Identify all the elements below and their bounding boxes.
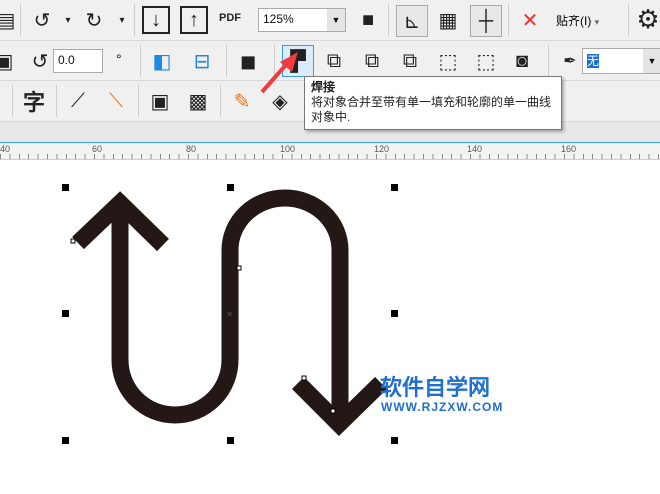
tooltip-body: 将对象合并至带有单一填充和轮廓的单一曲线对象中. — [311, 95, 552, 124]
watermark-title: 软件自学网 — [380, 375, 491, 400]
tooltip-title: 焊接 — [311, 80, 336, 94]
selection-handle[interactable] — [227, 184, 234, 191]
selection-handle[interactable] — [391, 437, 398, 444]
selection-handle[interactable] — [62, 184, 69, 191]
center-marker: × — [227, 309, 232, 319]
weld-tooltip: 焊接 将对象合并至带有单一填充和轮廓的单一曲线对象中. — [304, 76, 562, 130]
selection-handle[interactable] — [62, 310, 69, 317]
selection-handle[interactable] — [227, 437, 234, 444]
selection-handle[interactable] — [391, 184, 398, 191]
selection-handle[interactable] — [62, 437, 69, 444]
watermark-url: WWW.RJZXW.COM — [381, 400, 504, 414]
selection-handle[interactable] — [391, 310, 398, 317]
canvas[interactable]: × — [0, 0, 660, 494]
